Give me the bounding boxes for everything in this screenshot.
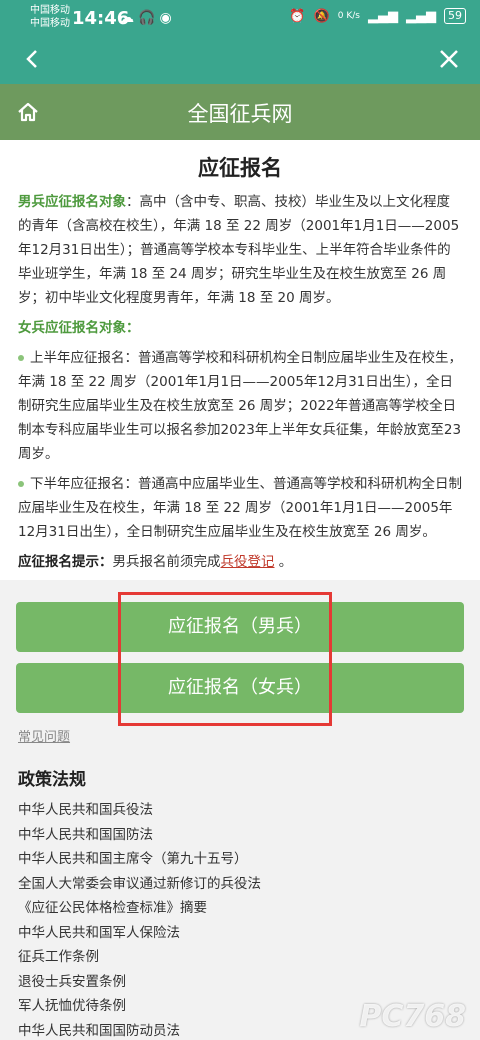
actions-section: 应征报名（男兵） 应征报名（女兵） 常见问题 政策法规 中华人民共和国兵役法 中… [0, 580, 480, 1040]
policy-item[interactable]: 中华人民共和国主席令（第九十五号） [18, 847, 261, 872]
tip-label: 应征报名提示： [18, 554, 113, 570]
app-navbar [0, 36, 480, 84]
military-registration-link[interactable]: 兵役登记 [221, 554, 275, 570]
notification-icons: ☁🎧◉ [120, 10, 176, 26]
signal-icon-2: ▂▄▆ [406, 8, 436, 24]
chevron-left-icon[interactable] [18, 44, 48, 74]
policy-list: 中华人民共和国兵役法 中华人民共和国国防法 中华人民共和国主席令（第九十五号） … [18, 798, 261, 1040]
carrier-2: 中国移动 [30, 18, 70, 29]
network-speed: 0 K/s [337, 11, 360, 21]
male-eligibility: 男兵应征报名对象：高中（含中专、职高、技校）毕业生及以上文化程度的青年（含高校在… [18, 190, 462, 310]
page-title: 应征报名 [198, 156, 282, 180]
cloud-icon: ☁ [120, 10, 138, 26]
male-text: ：高中（含中专、职高、技校）毕业生及以上文化程度的青年（含高校在校生），年满 1… [18, 194, 460, 306]
carrier-info: 中国移动 中国移动 [30, 4, 70, 30]
faq-link[interactable]: 常见问题 [18, 726, 70, 745]
mute-icon: 🔕 [313, 8, 330, 24]
policy-item[interactable]: 《应征公民体格检查标准》摘要 [18, 896, 261, 921]
site-title: 全国征兵网 [187, 102, 293, 126]
alarm-icon: ⏰ [289, 8, 306, 24]
bullet-icon [18, 481, 24, 487]
registration-tip: 应征报名提示：男兵报名前须完成兵役登记 。 [18, 554, 293, 570]
policy-item[interactable]: 中华人民共和国国防动员法 [18, 1019, 261, 1040]
signal-icon: ▂▄▆ [368, 8, 398, 24]
system-icons: ⏰ 🔕 0 K/s ▂▄▆ ▂▄▆ 59 [289, 8, 466, 24]
policy-title: 政策法规 [18, 770, 86, 790]
policy-item[interactable]: 中华人民共和国兵役法 [18, 798, 261, 823]
registration-info: 应征报名 男兵应征报名对象：高中（含中专、职高、技校）毕业生及以上文化程度的青年… [0, 140, 480, 580]
close-icon[interactable] [434, 44, 464, 74]
policy-item[interactable]: 中华人民共和国军人保险法 [18, 921, 261, 946]
female-first-half: 上半年应征报名：普通高等学校和科研机构全日制应届毕业生及在校生，年满 18 至 … [18, 350, 462, 462]
tip-text: 男兵报名前须完成 [112, 554, 221, 570]
carrier-1: 中国移动 [30, 5, 70, 16]
watermark-logo: PC768 [359, 999, 466, 1034]
headphones-icon: 🎧 [138, 10, 160, 26]
policy-item[interactable]: 中华人民共和国国防法 [18, 823, 261, 848]
policy-item[interactable]: 全国人大常委会审议通过新修订的兵役法 [18, 872, 261, 897]
eye-icon: ◉ [159, 10, 176, 26]
policy-item[interactable]: 征兵工作条例 [18, 945, 261, 970]
bullet-icon [18, 355, 24, 361]
status-bar: 中国移动 中国移动 14:46 ☁🎧◉ ⏰ 🔕 0 K/s ▂▄▆ ▂▄▆ 59 [0, 0, 480, 36]
highlight-annotation-box [118, 592, 332, 726]
policy-item[interactable]: 军人抚恤优待条例 [18, 994, 261, 1019]
policy-item[interactable]: 退役士兵安置条例 [18, 970, 261, 995]
female-second-half: 下半年应征报名：普通高中应届毕业生、普通高等学校和科研机构全日制应届毕业生及在校… [18, 476, 462, 540]
site-header: 全国征兵网 [0, 84, 480, 140]
male-label: 男兵应征报名对象 [18, 194, 126, 210]
female-label: 女兵应征报名对象 [18, 320, 126, 336]
battery-icon: 59 [444, 8, 466, 24]
female-eligibility-heading: 女兵应征报名对象： [18, 320, 140, 336]
